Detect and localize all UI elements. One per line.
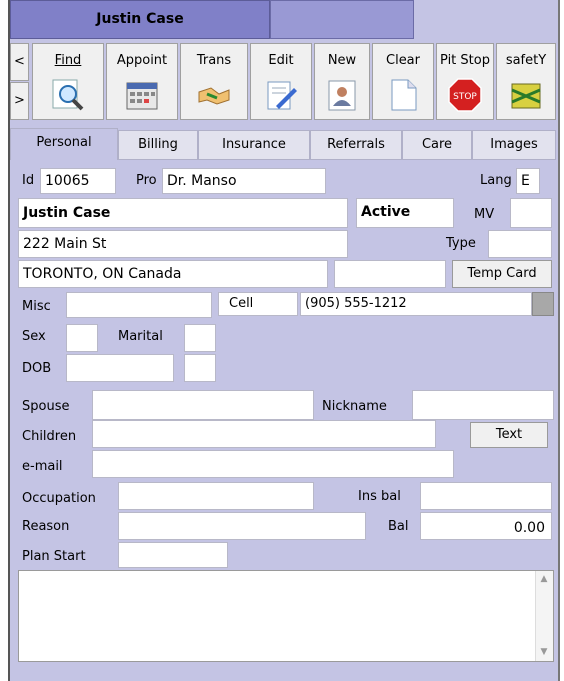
status-field[interactable]: Active [356,198,454,228]
marital-label: Marital [118,329,163,344]
pit-stop-button[interactable]: Pit Stop STOP [436,43,494,120]
ins-bal-field[interactable] [420,482,552,510]
edit-button[interactable]: Edit [250,43,312,120]
type-label: Type [446,236,476,251]
pro-label: Pro [136,173,157,188]
edit-pencil-icon [267,81,297,110]
text-button[interactable]: Text [470,422,548,448]
nickname-field[interactable] [412,390,554,420]
plan-start-label: Plan Start [22,549,86,564]
dob-extra-field[interactable] [184,354,216,382]
notes-scrollbar[interactable]: ▲ ▼ [535,571,553,661]
prev-record-button[interactable]: < [10,43,29,81]
safety-label: safetY [505,53,547,68]
occupation-label: Occupation [22,491,96,506]
clear-button[interactable]: Clear [372,43,434,120]
new-patient-icon [328,80,356,111]
misc-field[interactable] [66,292,212,318]
new-button[interactable]: New [314,43,370,120]
dob-label: DOB [22,361,52,376]
children-field[interactable] [92,420,436,448]
city-field[interactable]: TORONTO, ON Canada [18,260,328,288]
safety-fence-icon [511,83,541,109]
new-label: New [327,53,357,68]
handshake-icon [198,87,230,105]
edit-label: Edit [268,53,294,68]
mv-field[interactable] [510,198,552,228]
type-field[interactable] [488,230,552,258]
temp-card-button[interactable]: Temp Card [452,260,552,288]
appoint-label: Appoint [116,53,168,68]
notes-text [19,571,553,579]
tab-billing[interactable]: Billing [118,130,198,160]
calendar-icon [126,82,158,110]
children-label: Children [22,429,77,444]
marital-field[interactable] [184,324,216,352]
scroll-down-icon[interactable]: ▼ [536,644,552,661]
trans-button[interactable]: Trans [180,43,248,120]
mv-label: MV [474,207,495,222]
provider-field[interactable]: Dr. Manso [162,168,326,194]
cell-phone-field[interactable]: (905) 555-1212 [300,292,532,316]
window-tab-2[interactable] [270,0,414,39]
spouse-field[interactable] [92,390,314,420]
balance-field[interactable]: 0.00 [420,512,552,540]
find-label: Find [54,53,82,68]
cell-dropdown-button[interactable] [532,292,554,316]
name-field[interactable]: Justin Case [18,198,348,228]
id-field[interactable]: 10065 [40,168,116,194]
tab-referrals[interactable]: Referrals [310,130,402,160]
postal-field[interactable] [334,260,446,288]
stop-sign-text: STOP [453,92,477,102]
notes-textarea[interactable]: ▲ ▼ [18,570,554,662]
bal-label: Bal [388,519,409,534]
lang-field[interactable]: E [516,168,540,194]
plan-start-field[interactable] [118,542,228,568]
clear-label: Clear [386,53,420,68]
toolbar: < > Find Appoint Trans Edit New Clear Pi… [10,43,556,123]
tab-care[interactable]: Care [402,130,472,160]
occupation-field[interactable] [118,482,314,510]
scroll-up-icon[interactable]: ▲ [536,571,552,588]
address-field[interactable]: 222 Main St [18,230,348,258]
next-record-button[interactable]: > [10,82,29,120]
pit-stop-label: Pit Stop [440,53,490,68]
tab-insurance[interactable]: Insurance [198,130,310,160]
find-button[interactable]: Find [32,43,104,120]
magnifier-icon [52,79,84,111]
sex-label: Sex [22,329,46,344]
sex-field[interactable] [66,324,98,352]
patient-name-tab[interactable]: Justin Case [10,0,270,39]
lang-label: Lang [480,173,512,188]
safety-button[interactable]: safetY [496,43,556,120]
email-label: e-mail [22,459,63,474]
reason-field[interactable] [118,512,366,540]
nickname-label: Nickname [322,399,387,414]
cell-label: Cell [218,292,298,316]
tab-images[interactable]: Images [472,130,556,160]
misc-label: Misc [22,299,51,314]
stop-sign-icon: STOP [448,78,482,112]
trans-label: Trans [196,53,232,68]
tab-personal[interactable]: Personal [10,128,118,160]
id-label: Id [22,173,35,188]
ins-bal-label: Ins bal [358,489,401,504]
blank-page-icon [391,79,417,111]
reason-label: Reason [22,519,70,534]
spouse-label: Spouse [22,399,70,414]
email-field[interactable] [92,450,454,478]
appoint-button[interactable]: Appoint [106,43,178,120]
window-tab-3 [414,0,558,39]
tab-bar: Personal Billing Insurance Referrals Car… [10,128,556,160]
dob-field[interactable] [66,354,174,382]
